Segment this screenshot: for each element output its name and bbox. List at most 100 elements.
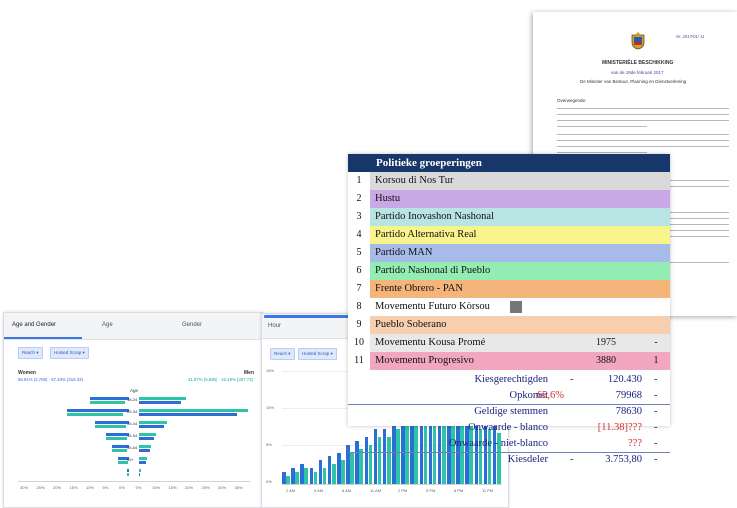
party-name: Korsou di Nos Tur [370,172,530,190]
x-axis-line [282,484,502,485]
party-row: 10 Movementu Kousa Promé 1975 - [348,334,670,352]
party-seats [648,244,664,262]
dark-swatch [510,301,522,313]
summary-end: - [654,406,658,417]
x-tick-label: 2 AM [286,488,296,493]
hour-bar [309,468,314,484]
party-name: Partido Inovashon Nashonal [370,208,530,226]
summary-value: [11.38]??? [597,422,642,433]
summary-label: Geldige stemmen [474,406,548,417]
party-seats [648,316,664,334]
table-title: Politieke groeperingen [376,157,482,169]
x-tick-label: 0% [119,485,125,490]
text-line [557,108,729,110]
hour-bar [331,464,336,484]
party-name: Movementu Kousa Promé [370,334,530,352]
summary-label: Onwaarde - blanco [468,422,548,433]
summary-value: 78630 [615,406,642,417]
x-tick-label: 8 AM [342,488,352,493]
x-tick-label: 5 PM [426,488,436,493]
party-seats [648,262,664,280]
summary-row: Opkomst 65,6% 79968- [348,388,670,405]
summary-label: Onwaarde - niet-blanco [448,438,548,449]
text-line [557,114,729,116]
y-tick-label: 5% [266,442,272,447]
party-votes [556,262,616,280]
x-tick-label: 20% [185,485,194,490]
party-name: Frente Obrero - PAN [370,280,530,298]
x-tick-label: 25% [201,485,210,490]
party-name: Pueblo Soberano [370,316,530,334]
party-name: Partido Alternativa Real [370,226,530,244]
hour-bar [295,472,299,484]
party-row: 2 Hustu [348,190,670,208]
x-tick-label: 10% [152,485,161,490]
party-number: 3 [348,208,371,226]
hour-bar [313,472,318,484]
hour-bar [337,452,341,484]
party-number: 2 [348,190,371,208]
party-number: 5 [348,244,371,262]
text-line [557,140,729,142]
y-tick-label: 15% [266,368,275,373]
summary-row: Onwaarde - niet-blanco??? - [348,436,670,453]
party-name: Hustu [370,190,530,208]
x-tick-label: 25% [36,485,45,490]
x-tick-label: 20% [53,485,62,490]
party-row: 7 Frente Obrero - PAN [348,280,670,298]
party-row: 11 Movementu Progresivo 3880 1 [348,352,670,370]
summary-end: - [654,422,658,433]
party-row: 8 Movementu Futuro Kòrsou [348,298,670,316]
summary-row: Onwaarde - blanco [11.38]??? - [348,420,670,436]
text-line [557,126,647,128]
party-number: 7 [348,280,371,298]
x-tick-label: 35% [234,485,243,490]
election-results-table: Politieke groeperingen 1 Korsou di Nos Tu… [348,154,670,465]
x-tick-label: 2 PM [398,488,408,493]
x-tick-label: 30% [20,485,29,490]
summary-row: Geldige stemmen 78630 - [348,404,670,420]
hour-bar [291,468,295,484]
summary-dash: - [570,374,574,385]
hour-bar [327,456,332,484]
summary-value: 3.753,80 [605,454,642,465]
party-votes [556,280,616,298]
y-tick-label: 0% [266,479,272,484]
party-number: 4 [348,226,371,244]
party-seats [648,208,664,226]
party-number: 9 [348,316,371,334]
party-votes [556,316,616,334]
party-number: 10 [348,334,371,352]
hour-bar [304,468,309,484]
party-votes: 3880 [596,355,616,366]
text-line [557,146,729,148]
x-tick-label: 8 PM [454,488,464,493]
party-row: 1 Korsou di Nos Tur [348,172,670,190]
x-tick-label: 11 PM [482,488,494,493]
summary-row: Kiesgerechtigden - 120.430 - [348,372,670,388]
summary-end: - [654,390,658,401]
party-votes [556,172,616,190]
summary-row: Kiesdeler - 3.753,80 - [348,452,670,468]
hour-bar [341,460,345,484]
x-axis-ticks: 30% 25% 20% 15% 10% 5% 0% 5% 10% 15% 20% 25% 30% 35% [4,313,262,507]
summary-end: - [654,454,658,465]
hour-bar [300,464,304,484]
y-tick-label: 10% [266,405,275,410]
summary-end: - [654,374,658,385]
hour-bar [322,468,327,484]
x-tick-label: 5% [135,485,142,490]
party-votes: 1975 [596,337,616,348]
hour-bar [282,472,286,484]
age-gender-panel: Age and Gender Age Gender Reach ▾ Hosted… [3,312,263,508]
x-tick-label: 10% [86,485,95,490]
party-number: 11 [348,352,371,370]
party-number: 8 [348,298,371,316]
hour-bar [286,476,290,484]
x-tick-label: 30% [218,485,227,490]
party-seats [648,226,664,244]
party-name: Movementu Futuro Kòrsou [370,298,530,316]
summary-percent: 65,6% [536,390,564,401]
party-seats [648,172,664,190]
summary-dash: - [570,454,574,465]
